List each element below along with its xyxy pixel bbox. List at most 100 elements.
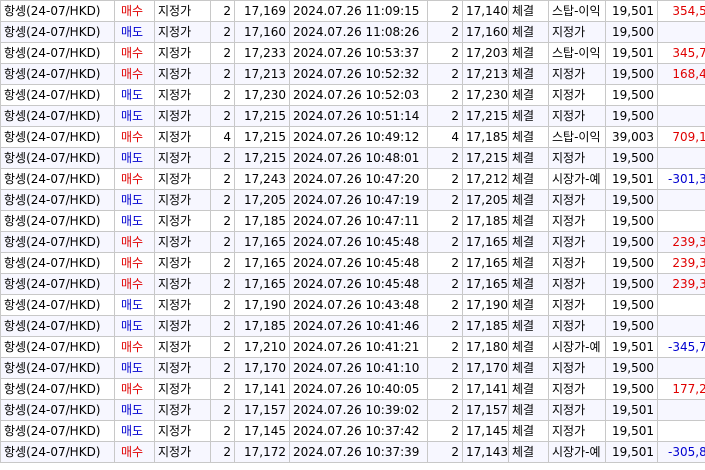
table-row[interactable]: 항셍(24-07/HKD) 매도 지정가 2 17,215 2024.07.26 10:5… (0, 105, 705, 127)
condition-cell: 지정가 (548, 399, 606, 421)
datetime-cell: 2024.07.26 10:40:05 (289, 378, 428, 400)
order-type-cell: 지정가 (154, 273, 211, 295)
qty-cell: 2 (210, 252, 235, 274)
product-cell: 항셍(24-07/HKD) (0, 147, 115, 169)
pnl-cell: 0 (657, 357, 705, 379)
status-cell: 체결 (508, 168, 549, 190)
table-row[interactable]: 항셍(24-07/HKD) 매도 지정가 2 17,230 2024.07.26 10:5… (0, 84, 705, 106)
side-cell: 매수 (114, 336, 155, 358)
condition-cell: 지정가 (548, 63, 606, 85)
pnl-cell: 239,340 (657, 273, 705, 295)
condition-cell: 스탑-이익 (548, 126, 606, 148)
status-cell: 체결 (508, 126, 549, 148)
side-cell: 매수 (114, 231, 155, 253)
status-cell: 체결 (508, 231, 549, 253)
table-row[interactable]: 항셍(24-07/HKD) 매수 지정가 2 17,213 2024.07.26 10:5… (0, 63, 705, 85)
table-row[interactable]: 항셍(24-07/HKD) 매수 지정가 2 17,243 2024.07.26 10:4… (0, 168, 705, 190)
product-cell: 항셍(24-07/HKD) (0, 126, 115, 148)
qty-cell: 2 (210, 189, 235, 211)
order-price-cell: 17,215 (234, 147, 290, 169)
order-type-cell: 지정가 (154, 231, 211, 253)
table-row[interactable]: 항셍(24-07/HKD) 매수 지정가 4 17,215 2024.07.26 10:4… (0, 126, 705, 148)
order-price-cell: 17,185 (234, 210, 290, 232)
side-cell: 매도 (114, 357, 155, 379)
product-cell: 항셍(24-07/HKD) (0, 42, 115, 64)
fill-qty-cell: 4 (427, 126, 463, 148)
fill-qty-cell: 2 (427, 84, 463, 106)
side-cell: 매도 (114, 399, 155, 421)
amount-cell: 19,500 (605, 210, 658, 232)
order-type-cell: 지정가 (154, 357, 211, 379)
order-type-cell: 지정가 (154, 84, 211, 106)
fill-price-cell: 17,230 (462, 84, 509, 106)
order-price-cell: 17,157 (234, 399, 290, 421)
order-type-cell: 지정가 (154, 420, 211, 442)
table-row[interactable]: 항셍(24-07/HKD) 매도 지정가 2 17,170 2024.07.26 10:4… (0, 357, 705, 379)
table-row[interactable]: 항셍(24-07/HKD) 매도 지정가 2 17,205 2024.07.26 10:4… (0, 189, 705, 211)
fill-qty-cell: 2 (427, 252, 463, 274)
pnl-cell: 709,160 (657, 126, 705, 148)
amount-cell: 19,500 (605, 294, 658, 316)
product-cell: 항셍(24-07/HKD) (0, 420, 115, 442)
condition-cell: 지정가 (548, 378, 606, 400)
datetime-cell: 2024.07.26 10:41:21 (289, 336, 428, 358)
table-row[interactable]: 항셍(24-07/HKD) 매수 지정가 2 17,165 2024.07.26 10:4… (0, 252, 705, 274)
datetime-cell: 2024.07.26 10:47:11 (289, 210, 428, 232)
condition-cell: 시장가-예 (548, 441, 606, 463)
order-price-cell: 17,172 (234, 441, 290, 463)
product-cell: 항셍(24-07/HKD) (0, 168, 115, 190)
table-row[interactable]: 항셍(24-07/HKD) 매수 지정가 2 17,169 2024.07.26 11:0… (0, 0, 705, 22)
datetime-cell: 2024.07.26 10:45:48 (289, 252, 428, 274)
table-row[interactable]: 항셍(24-07/HKD) 매도 지정가 2 17,157 2024.07.26 10:3… (0, 399, 705, 421)
order-type-cell: 지정가 (154, 126, 211, 148)
fill-qty-cell: 2 (427, 231, 463, 253)
amount-cell: 19,500 (605, 147, 658, 169)
table-row[interactable]: 항셍(24-07/HKD) 매수 지정가 2 17,210 2024.07.26 10:4… (0, 336, 705, 358)
order-type-cell: 지정가 (154, 294, 211, 316)
amount-cell: 19,500 (605, 252, 658, 274)
fill-price-cell: 17,180 (462, 336, 509, 358)
fill-qty-cell: 2 (427, 273, 463, 295)
product-cell: 항셍(24-07/HKD) (0, 378, 115, 400)
fill-qty-cell: 2 (427, 399, 463, 421)
trade-history-grid: 항셍(24-07/HKD) 매수 지정가 2 17,169 2024.07.26 11:0… (0, 0, 705, 470)
datetime-cell: 2024.07.26 10:48:01 (289, 147, 428, 169)
table-row[interactable]: 항셍(24-07/HKD) 매수 지정가 2 17,141 2024.07.26 10:4… (0, 378, 705, 400)
table-row[interactable]: 항셍(24-07/HKD) 매도 지정가 2 17,160 2024.07.26 11:0… (0, 21, 705, 43)
order-price-cell: 17,160 (234, 21, 290, 43)
table-row[interactable]: 항셍(24-07/HKD) 매수 지정가 2 17,165 2024.07.26 10:4… (0, 273, 705, 295)
status-cell: 체결 (508, 294, 549, 316)
fill-qty-cell: 2 (427, 42, 463, 64)
fill-price-cell: 17,205 (462, 189, 509, 211)
order-type-cell: 지정가 (154, 399, 211, 421)
datetime-cell: 2024.07.26 10:53:37 (289, 42, 428, 64)
product-cell: 항셍(24-07/HKD) (0, 105, 115, 127)
table-row[interactable]: 항셍(24-07/HKD) 매도 지정가 2 17,190 2024.07.26 10:4… (0, 294, 705, 316)
order-price-cell: 17,165 (234, 252, 290, 274)
side-cell: 매도 (114, 189, 155, 211)
status-cell: 체결 (508, 357, 549, 379)
condition-cell: 지정가 (548, 231, 606, 253)
table-row[interactable]: 항셍(24-07/HKD) 매도 지정가 2 17,215 2024.07.26 10:4… (0, 147, 705, 169)
table-row[interactable]: 항셍(24-07/HKD) 매수 지정가 2 17,233 2024.07.26 10:5… (0, 42, 705, 64)
order-type-cell: 지정가 (154, 336, 211, 358)
table-row[interactable]: 항셍(24-07/HKD) 매수 지정가 2 17,165 2024.07.26 10:4… (0, 231, 705, 253)
table-row[interactable]: 항셍(24-07/HKD) 매도 지정가 2 17,185 2024.07.26 10:4… (0, 210, 705, 232)
order-price-cell: 17,165 (234, 273, 290, 295)
datetime-cell: 2024.07.26 11:09:15 (289, 0, 428, 22)
table-row[interactable]: 항셍(24-07/HKD) 매도 지정가 2 17,145 2024.07.26 10:3… (0, 420, 705, 442)
product-cell: 항셍(24-07/HKD) (0, 252, 115, 274)
amount-cell: 19,500 (605, 357, 658, 379)
fill-qty-cell: 2 (427, 378, 463, 400)
fill-qty-cell: 2 (427, 315, 463, 337)
amount-cell: 39,003 (605, 126, 658, 148)
fill-qty-cell: 2 (427, 168, 463, 190)
condition-cell: 지정가 (548, 147, 606, 169)
amount-cell: 19,501 (605, 336, 658, 358)
table-row[interactable]: 항셍(24-07/HKD) 매수 지정가 2 17,172 2024.07.26 10:3… (0, 441, 705, 463)
order-type-cell: 지정가 (154, 147, 211, 169)
fill-price-cell: 17,157 (462, 399, 509, 421)
order-price-cell: 17,205 (234, 189, 290, 211)
table-row[interactable]: 항셍(24-07/HKD) 매도 지정가 2 17,185 2024.07.26 10:4… (0, 315, 705, 337)
fill-price-cell: 17,215 (462, 147, 509, 169)
